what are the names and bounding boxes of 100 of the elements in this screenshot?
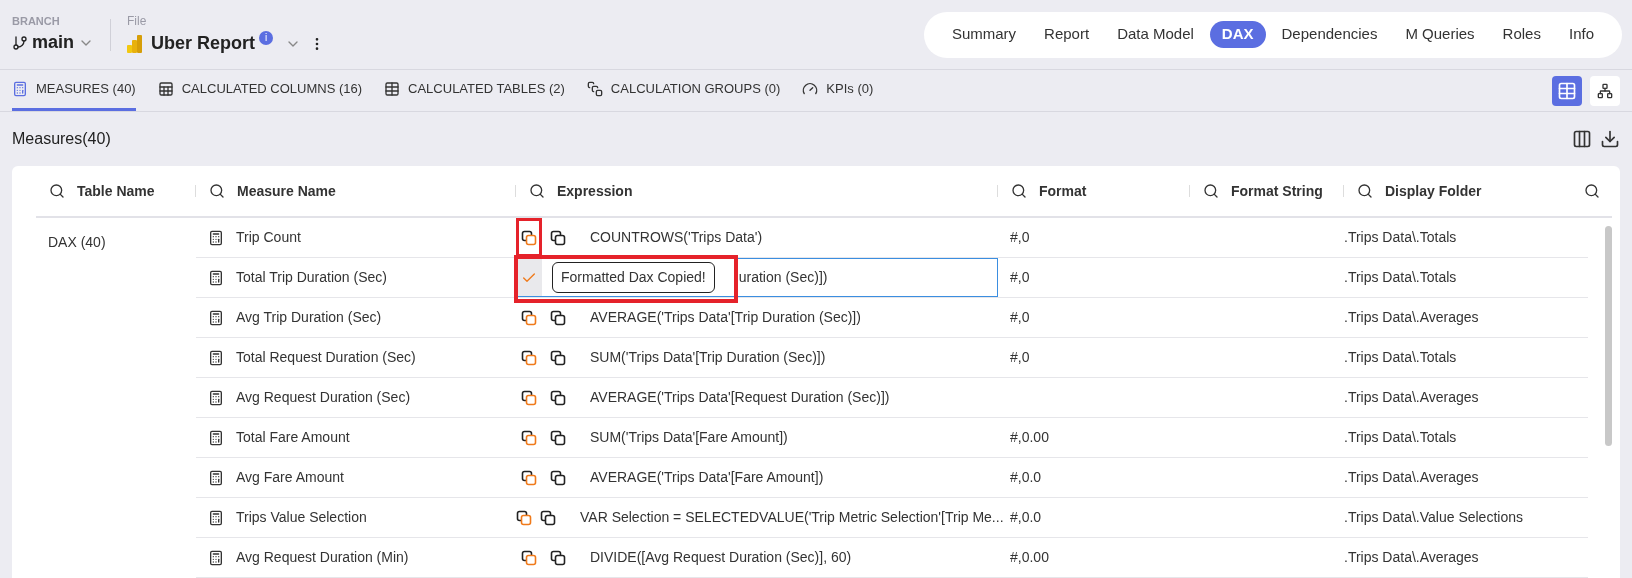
copy-icon[interactable] [521,429,537,446]
folder-text: .Trips Data\.Averages [1344,389,1479,405]
table-icon [157,81,174,97]
copy-icon[interactable] [550,469,566,486]
diagram-view-button[interactable] [1590,75,1620,106]
nav-tab[interactable]: DAX [1209,21,1266,48]
column-header: Format String [1231,181,1323,201]
column-header: Display Folder [1385,181,1482,201]
copy-icon[interactable] [550,389,566,406]
copy-icon[interactable] [540,509,556,526]
measure-name: Total Request Duration (Sec) [236,348,416,367]
search-icon[interactable] [529,183,545,199]
folder-text: .Trips Data\.Totals [1344,269,1457,285]
category-tab[interactable]: CALCULATED COLUMNS (16) [157,70,363,111]
format-text: #,0.00 [1010,429,1049,445]
columns-icon[interactable] [1572,129,1592,149]
copy-icon[interactable] [521,549,537,566]
folder-text: .Trips Data\.Totals [1344,349,1457,365]
download-icon[interactable] [1600,129,1620,149]
grid-view-button[interactable] [1552,75,1582,106]
search-icon[interactable] [1203,183,1219,199]
search-icon[interactable] [1584,183,1600,199]
column-header: Measure Name [237,181,336,201]
calculator-icon [208,549,224,566]
folder-text: .Trips Data\.Averages [1344,469,1479,485]
copy-icon[interactable] [521,469,537,486]
copy-icon[interactable] [550,309,566,326]
nav-tab[interactable]: M Queries [1393,21,1487,48]
expression-text: SUM('Trips Data'[Trip Duration (Sec)]) [590,348,826,367]
bar-chart-logo-icon [127,34,143,53]
tooltip: Formatted Dax Copied! [552,262,715,293]
expression-text: SUM('Trips Data'[Fare Amount]) [590,428,788,447]
measure-name: Avg Request Duration (Sec) [236,388,411,407]
search-icon[interactable] [1011,183,1027,199]
search-icon[interactable] [1357,183,1373,199]
format-text: #,0 [1010,309,1030,325]
format-text: #,0.0 [1010,509,1042,525]
copy-icon[interactable] [550,349,566,366]
copy-icon[interactable] [521,349,537,366]
category-tab[interactable]: MEASURES (40) [12,70,136,111]
nav-tab[interactable]: Roles [1490,21,1553,48]
branch-icon [12,34,28,51]
group-label: DAX (40) [48,234,106,250]
copy-icon[interactable] [550,429,566,446]
calculator-icon [12,81,28,97]
info-badge: i [259,30,274,45]
folder-text: .Trips Data\.Averages [1344,309,1479,325]
copy-icon[interactable] [521,309,537,326]
folder-text: .Trips Data\.Value Selections [1344,509,1523,525]
expression-text: AVERAGE('Trips Data'[Request Duration (Sec)]) [590,388,890,407]
copy-icon[interactable] [521,389,537,406]
column-header: Table Name [77,181,155,201]
measure-name: Total Fare Amount [236,428,350,447]
nav-tab[interactable]: Info [1556,21,1606,48]
format-text: #,0.00 [1010,549,1049,565]
calculator-icon [208,269,224,286]
calculator-icon [208,469,224,486]
calculator-icon [208,429,224,446]
nav-tab[interactable]: Dependencies [1269,21,1390,48]
expression-text: VAR Selection = SELECTEDVALUE('Trip Metric Selection'[Trip Me... [580,508,1004,527]
folder-text: .Trips Data\.Totals [1344,429,1457,445]
calculator-icon [208,309,224,326]
format-text: #,0 [1010,269,1030,285]
format-text: #,0.0 [1010,469,1042,485]
copy-icon[interactable] [550,549,566,566]
stack-icon [586,81,603,97]
copy-icon[interactable] [516,509,532,526]
calculator-icon [208,229,224,246]
table-icon [1557,80,1577,101]
gauge-icon [802,81,819,97]
folder-text: .Trips Data\.Averages [1344,549,1479,565]
section-title: Measures(40) [12,129,111,149]
measure-name: Avg Trip Duration (Sec) [236,308,382,327]
search-icon[interactable] [49,183,65,199]
copy-icon[interactable] [550,229,566,246]
nav-tab[interactable]: Summary [939,21,1029,48]
column-header: Format [1039,181,1087,201]
file-label: File [127,13,148,30]
scrollbar[interactable] [1605,226,1612,446]
column-header: Expression [557,181,633,201]
branch-dropdown[interactable]: main [12,29,94,57]
measure-name: Total Trip Duration (Sec) [236,268,387,287]
copy-icon[interactable] [521,229,537,246]
category-tab[interactable]: CALCULATION GROUPS (0) [586,70,781,111]
measure-name: Trips Value Selection [236,508,367,527]
format-text: #,0 [1010,229,1030,245]
category-tab[interactable]: KPIs (0) [802,70,874,111]
table-icon [384,81,401,97]
file-name: Uber Report [151,32,256,55]
category-tab[interactable]: CALCULATED TABLES (2) [384,70,565,111]
nav-tab[interactable]: Report [1032,21,1102,48]
measure-name: Avg Fare Amount [236,468,344,487]
nav-tab[interactable]: Data Model [1105,21,1206,48]
calculator-icon [208,389,224,406]
calculator-icon [208,349,224,366]
diagram-icon [1597,82,1613,99]
expression-text: COUNTROWS('Trips Data') [590,228,763,247]
expression-text: DIVIDE([Avg Request Duration (Sec)], 60) [590,548,852,567]
search-icon[interactable] [209,183,225,199]
calculator-icon [208,509,224,526]
